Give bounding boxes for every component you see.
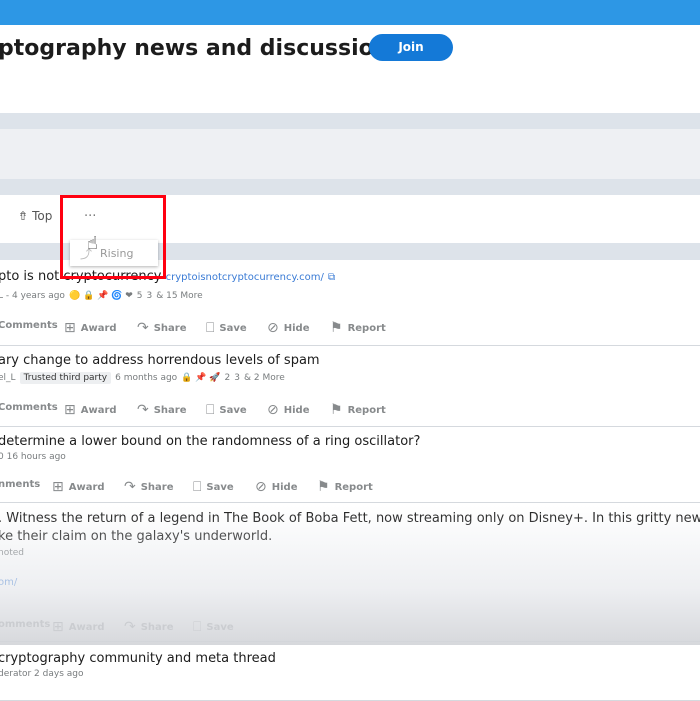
hide-button[interactable]: ⊘ Hide [267,402,309,418]
promoted-label: noted [0,548,24,558]
post-title[interactable]: pto is not cryptocurrency cryptoisnotcry… [0,269,335,284]
comments-button[interactable]: Comments [0,320,58,331]
post-link[interactable]: cryptoisnotcryptocurrency.com/ [166,272,324,283]
comments-button[interactable]: omments [0,619,50,630]
gift-icon: ⊞ [64,402,76,418]
bookmark-icon: ⎕ [206,402,215,418]
post-card[interactable]: cryptography community and meta thread d… [0,642,700,701]
top-icon: ⇮ [18,209,29,223]
post-meta: el_L Trusted third party 6 months ago 🔒 … [0,372,285,384]
post-card[interactable]: determine a lower bound on the randomnes… [0,427,700,503]
post-meta: 0 16 hours ago [0,452,66,462]
top-bar [0,0,700,25]
hide-button[interactable]: ⊘ Hide [255,479,297,495]
post-title[interactable]: cryptography community and meta thread [0,651,276,666]
share-icon: ↷ [137,320,149,336]
share-icon: ↷ [137,402,149,418]
post-title[interactable]: determine a lower bound on the randomnes… [0,434,420,449]
save-button[interactable]: ⎕ Save [206,320,247,336]
post-link[interactable]: om/ [0,577,17,588]
award-icons: 🔒 📌 🚀 [181,373,221,383]
promoted-post-card[interactable]: . Witness the return of a legend in The … [0,503,700,642]
award-count: 3 [234,373,241,383]
comments-button[interactable]: Comments [0,402,58,413]
share-button[interactable]: ↷ Share [137,320,187,336]
save-button[interactable]: ⎕ Save [193,479,234,495]
flag-icon: ⚑ [330,402,343,418]
share-button[interactable]: ↷ Share [137,402,187,418]
post-link-row: om/ [0,577,17,588]
report-button[interactable]: ⚑ Report [317,479,373,495]
flag-icon: ⚑ [317,479,330,495]
bookmark-icon: ⎕ [206,320,215,336]
post-title[interactable]: ary change to address horrendous levels … [0,353,320,368]
hide-button[interactable]: ⊘ Hide [267,320,309,336]
sort-top-label: Top [32,209,53,223]
award-button[interactable]: ⊞ Award [52,619,105,635]
post-meta: L - 4 years ago 🟡 🔒 📌 🌀 ❤ 5 3 & 15 More [0,291,203,301]
flag-icon: ⚑ [330,320,343,336]
divider-band [0,179,700,195]
subreddit-header: ptography news and discussions Join [0,25,700,113]
post-title-line2[interactable]: ke their claim on the galaxy's underworl… [0,529,272,544]
report-button[interactable]: ⚑ Report [330,402,386,418]
sort-top-button[interactable]: ⇮ Top [18,209,52,223]
bookmark-icon: ⎕ [193,479,202,495]
external-link-icon: ⧉ [328,272,336,283]
share-button[interactable]: ↷ Share [124,479,174,495]
content-strip [0,129,700,179]
save-button[interactable]: ⎕ Save [206,402,247,418]
gift-icon: ⊞ [52,479,64,495]
gift-icon: ⊞ [64,320,76,336]
post-title[interactable]: . Witness the return of a legend in The … [0,511,700,526]
join-button[interactable]: Join [369,34,453,61]
subreddit-title: ptography news and discussions [0,36,403,61]
comments-button[interactable]: nments [0,479,40,490]
user-flair: Trusted third party [19,372,112,384]
post-card[interactable]: ary change to address horrendous levels … [0,346,700,427]
award-count: 2 [224,373,231,383]
more-awards: & 2 More [244,373,285,383]
post-meta: noted [0,548,24,558]
award-button[interactable]: ⊞ Award [52,479,105,495]
eye-off-icon: ⊘ [267,402,279,418]
award-icons: 🟡 🔒 📌 🌀 ❤ [68,291,133,301]
share-icon: ↷ [124,619,136,635]
save-button[interactable]: ⎕ Save [193,619,234,635]
more-awards: & 15 More [156,291,203,301]
award-button[interactable]: ⊞ Award [64,402,117,418]
award-count: 3 [146,291,153,301]
report-button[interactable]: ⚑ Report [330,320,386,336]
gift-icon: ⊞ [52,619,64,635]
award-button[interactable]: ⊞ Award [64,320,117,336]
divider-band [0,113,700,129]
highlight-box [60,195,166,279]
share-button[interactable]: ↷ Share [124,619,174,635]
share-icon: ↷ [124,479,136,495]
bookmark-icon: ⎕ [193,619,202,635]
eye-off-icon: ⊘ [255,479,267,495]
eye-off-icon: ⊘ [267,320,279,336]
award-count: 5 [136,291,143,301]
post-meta: derator 2 days ago [0,669,84,679]
